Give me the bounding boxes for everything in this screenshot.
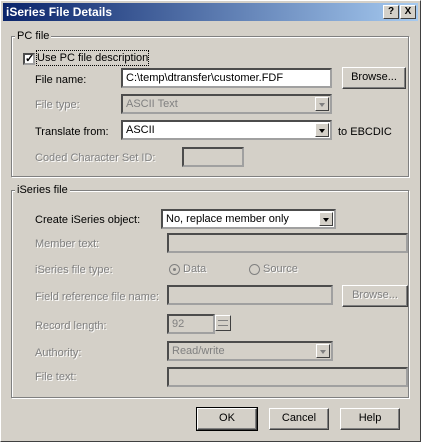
member-text-input: [167, 233, 408, 253]
file-name-input[interactable]: C:\temp\dtransfer\customer.FDF: [121, 68, 332, 88]
file-type-select: ASCII Text: [121, 94, 332, 114]
dialog-window: iSeries File Details ? X PC file ✓ Use P…: [0, 0, 421, 442]
use-pc-desc-label[interactable]: Use PC file description: [35, 50, 150, 66]
member-text-label: Member text:: [35, 238, 100, 250]
field-ref-label: Field reference file name:: [35, 291, 160, 303]
help-button[interactable]: Help: [340, 408, 400, 430]
translate-from-label: Translate from:: [35, 126, 109, 138]
file-text-label: File text:: [35, 371, 77, 383]
pc-file-legend: PC file: [15, 30, 52, 42]
radio-dot-icon: [173, 268, 176, 271]
data-radio-label: Data: [183, 263, 207, 275]
source-radio-label: Source: [263, 263, 298, 275]
create-object-select[interactable]: No, replace member only: [161, 209, 336, 229]
pc-browse-button[interactable]: Browse...: [342, 67, 406, 89]
window-title: iSeries File Details: [6, 5, 113, 19]
chevron-down-icon[interactable]: [315, 123, 329, 137]
title-bar[interactable]: iSeries File Details ? X: [3, 3, 418, 21]
file-name-label: File name:: [35, 74, 87, 86]
source-radio: [249, 264, 260, 275]
spin-up-icon: [218, 320, 228, 321]
file-text-input: [167, 367, 408, 387]
data-radio: [169, 264, 180, 275]
close-title-button[interactable]: X: [400, 5, 416, 19]
authority-select: Read/write: [167, 341, 333, 361]
spin-down-icon: [218, 325, 228, 326]
to-ebcdic-label: to EBCDIC: [338, 126, 392, 138]
iseries-file-legend: iSeries file: [15, 184, 70, 196]
translate-from-select[interactable]: ASCII: [121, 120, 332, 140]
authority-value: Read/write: [172, 345, 225, 357]
field-ref-input: [167, 285, 333, 305]
cancel-button[interactable]: Cancel: [269, 408, 329, 430]
file-type-label: File type:: [35, 99, 80, 111]
authority-label: Authority:: [35, 347, 82, 359]
ccsid-label: Coded Character Set ID:: [35, 152, 156, 164]
iseries-browse-button: Browse...: [342, 285, 408, 307]
create-object-value: No, replace member only: [166, 213, 289, 225]
record-length-label: Record length:: [35, 320, 107, 332]
chevron-down-icon: [316, 344, 330, 358]
chevron-down-icon: [315, 97, 329, 111]
iseries-file-type-label: iSeries file type:: [35, 264, 113, 276]
use-pc-desc-checkbox[interactable]: ✓: [23, 53, 35, 65]
ok-button[interactable]: OK: [196, 407, 258, 431]
translate-from-value: ASCII: [126, 124, 155, 136]
record-length-spinner: [215, 315, 231, 331]
help-title-button[interactable]: ?: [383, 5, 399, 19]
chevron-down-icon[interactable]: [319, 212, 333, 226]
record-length-input: 92: [167, 314, 215, 334]
create-object-label: Create iSeries object:: [35, 214, 141, 226]
file-type-value: ASCII Text: [126, 98, 178, 110]
ccsid-input: [182, 147, 244, 167]
